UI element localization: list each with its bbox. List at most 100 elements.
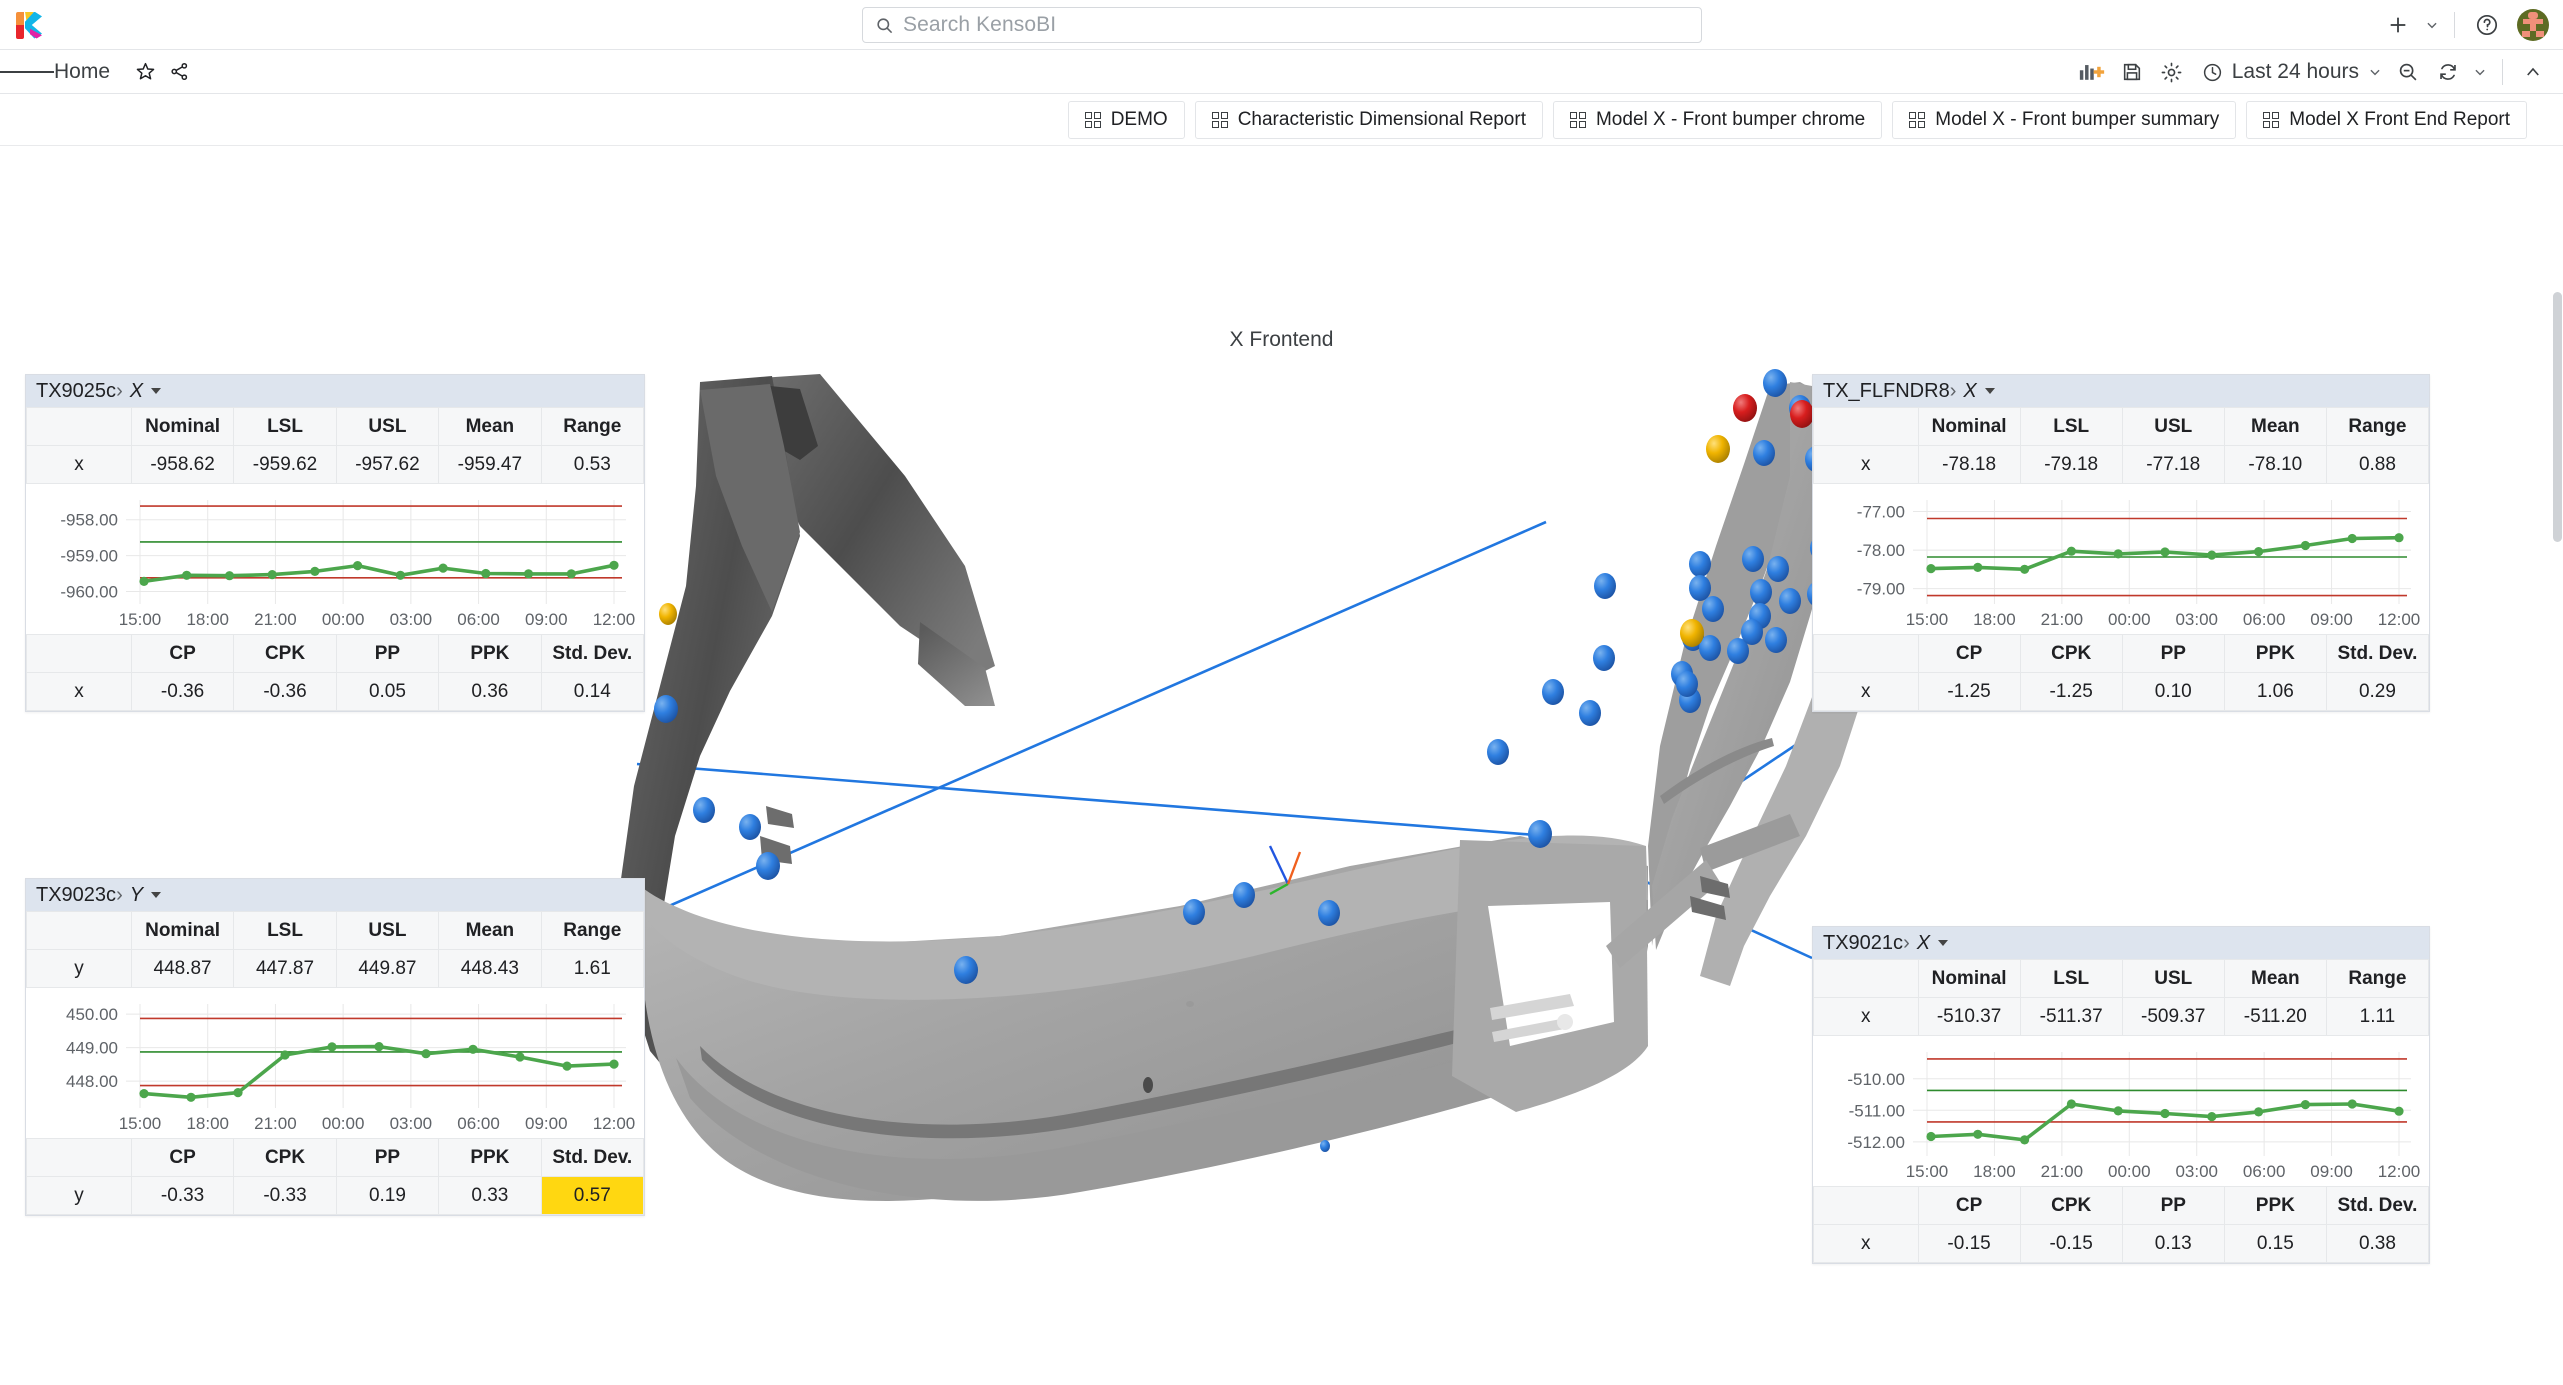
control-chart[interactable]: -958.00 -959.00 -960.0015:00 18:00 21:00 00:0… <box>26 484 644 634</box>
capability-col-header <box>26 1138 132 1177</box>
chart-area[interactable]: -510.00 -511.00 -512.00 15:00 18:00 21:00 00:0… <box>1813 1036 2429 1186</box>
summary-col-header: USL <box>335 911 440 950</box>
tab-model-x-front-end-report[interactable]: Model X Front End Report <box>2246 100 2527 139</box>
summary-cell: 448.43 <box>438 949 542 988</box>
svg-text:15:00: 15:00 <box>119 610 162 629</box>
scrollbar-thumb[interactable] <box>2553 292 2562 542</box>
summary-col-header: Range <box>2325 407 2430 446</box>
time-range-picker[interactable]: Last 24 hours <box>2192 60 2388 84</box>
summary-cell: -511.20 <box>2223 997 2327 1036</box>
help-button[interactable] <box>2465 3 2509 47</box>
chart-area[interactable]: -958.00 -959.00 -960.00 15:00 18:00 21:00 00:0… <box>26 484 644 634</box>
plus-icon <box>2390 17 2406 33</box>
chevron-down-icon <box>2370 69 2380 76</box>
summary-cell: 1.61 <box>540 949 645 988</box>
dashboard-settings-button[interactable] <box>2152 52 2192 92</box>
tab-model-x-front-bumper-chrome[interactable]: Model X - Front bumper chrome <box>1552 100 1883 139</box>
capability-col-header: PPK <box>2223 1186 2327 1225</box>
zoom-out-icon <box>2399 63 2417 81</box>
avatar[interactable] <box>2517 9 2549 41</box>
breadcrumb-home[interactable]: Home <box>54 60 110 84</box>
save-dashboard-button[interactable] <box>2112 52 2152 92</box>
tab-characteristic-dimensional-report[interactable]: Characteristic Dimensional Report <box>1194 100 1543 139</box>
characteristic-card-TX9021c[interactable]: TX9021c › X Nominal LSL USL Mean Range x -510… <box>1812 926 2430 1264</box>
table-header-row: CP CPK PP PPK Std. Dev. <box>1813 1186 2430 1225</box>
model-fog-hole <box>1557 1014 1573 1030</box>
summary-table: Nominal LSL USL Mean Range x -78.18 -79.18 -77.… <box>1813 407 2430 484</box>
svg-text:-79.00: -79.00 <box>1857 580 1905 599</box>
divider <box>2454 12 2455 38</box>
capability-table: CP CPK PP PPK Std. Dev. x -0.15 -0.15 0.13 0.15 0… <box>1813 1186 2430 1263</box>
card-header[interactable]: TX_FLFNDR8 › X <box>1813 375 2429 407</box>
summary-col-header: Nominal <box>1917 959 2021 998</box>
model-sensor-hole <box>1143 1077 1153 1093</box>
row-label: x <box>1813 672 1919 711</box>
capability-cell: 0.33 <box>438 1176 542 1215</box>
time-range-label: Last 24 hours <box>2231 60 2359 83</box>
dashboard-nav-bar: Home Last 24 hours <box>0 50 2563 94</box>
summary-col-header <box>26 911 132 950</box>
hamburger-menu-icon[interactable] <box>0 68 54 76</box>
summary-col-header: LSL <box>233 407 337 446</box>
svg-text:-960.00: -960.00 <box>60 582 118 601</box>
page-scrollbar[interactable] <box>2552 292 2563 1385</box>
card-title: TX9023c <box>36 883 117 906</box>
star-icon[interactable] <box>128 55 162 89</box>
capability-col-header: PPK <box>2223 634 2327 673</box>
capability-col-header: Std. Dev. <box>540 634 645 673</box>
card-header[interactable]: TX9021c › X <box>1813 927 2429 959</box>
card-header[interactable]: TX9025c › X <box>26 375 644 407</box>
control-chart[interactable]: -77.00 -78.00 -79.0015:00 18:00 21:00 00:00 03… <box>1813 484 2429 634</box>
add-panel-button[interactable] <box>2072 52 2112 92</box>
add-menu-chevron[interactable] <box>2420 3 2444 47</box>
svg-text:-959.00: -959.00 <box>60 547 118 566</box>
zoom-out-button[interactable] <box>2388 52 2428 92</box>
svg-text:03:00: 03:00 <box>2175 610 2218 629</box>
svg-text:03:00: 03:00 <box>2175 1162 2218 1181</box>
characteristic-card-TX9025c[interactable]: TX9025c › X Nominal LSL USL Mean Range x -958… <box>25 374 645 712</box>
card-axis: Y <box>129 883 144 906</box>
share-icon[interactable] <box>162 55 196 89</box>
kenso-logo[interactable] <box>0 10 58 40</box>
svg-text:09:00: 09:00 <box>525 1114 568 1133</box>
grid-icon <box>1909 111 1926 128</box>
svg-text:06:00: 06:00 <box>2243 1162 2286 1181</box>
capability-col-header <box>1813 1186 1919 1225</box>
search-input[interactable]: Search KensoBI <box>862 7 1702 43</box>
chart-area[interactable]: -77.00 -78.00 -79.00 15:00 18:00 21:00 00:00 03… <box>1813 484 2429 634</box>
divider <box>2502 59 2503 85</box>
capability-table: CP CPK PP PPK Std. Dev. x -0.36 -0.36 0.05 0.36 0… <box>26 634 645 711</box>
card-header[interactable]: TX9023c › Y <box>26 879 644 911</box>
summary-cell: -958.62 <box>130 445 235 484</box>
tab-label: DEMO <box>1110 108 1168 130</box>
chevron-down-icon[interactable] <box>151 388 162 394</box>
table-row: x -958.62 -959.62 -957.62 -959.47 0.53 <box>26 445 645 484</box>
chevron-down-icon[interactable] <box>1984 388 1995 394</box>
capability-col-header: PP <box>335 634 440 673</box>
capability-cell: -0.15 <box>1917 1224 2021 1263</box>
svg-text:18:00: 18:00 <box>1973 1162 2016 1181</box>
capability-table: CP CPK PP PPK Std. Dev. x -1.25 -1.25 0.10 1.06 0… <box>1813 634 2430 711</box>
row-label: x <box>1813 997 1919 1036</box>
chevron-down-icon[interactable] <box>1938 940 1949 946</box>
chevron-down-icon[interactable] <box>151 892 162 898</box>
summary-cell: -957.62 <box>335 445 440 484</box>
summary-cell: 1.11 <box>2325 997 2430 1036</box>
characteristic-card-TX9023c[interactable]: TX9023c › Y Nominal LSL USL Mean Range y 448.… <box>25 878 645 1216</box>
control-chart[interactable]: 450.00 449.00 448.00 15:00 18:00 21:00 00:00 03… <box>26 988 644 1138</box>
tab-model-x-front-bumper-summary[interactable]: Model X - Front bumper summary <box>1892 100 2237 139</box>
capability-cell: 1.06 <box>2223 672 2327 711</box>
chart-area[interactable]: 450.00 449.00 448.00 15:00 18:00 21:00 00:00 03… <box>26 988 644 1138</box>
card-axis: X <box>129 379 144 402</box>
refresh-button[interactable] <box>2428 52 2468 92</box>
capability-cell: 0.05 <box>335 672 440 711</box>
control-chart[interactable]: -510.00 -511.00 -512.0015:00 18:00 21:00 00:0… <box>1813 1036 2429 1186</box>
capability-col-header: CPK <box>233 634 337 673</box>
add-button[interactable] <box>2376 3 2420 47</box>
svg-text:448.00: 448.00 <box>66 1072 118 1091</box>
summary-col-header <box>1813 407 1919 446</box>
characteristic-card-TX_FLFNDR8[interactable]: TX_FLFNDR8 › X Nominal LSL USL Mean Range x-… <box>1812 374 2430 712</box>
refresh-interval-chevron[interactable] <box>2468 50 2492 94</box>
tab-demo[interactable]: DEMO <box>1067 100 1185 139</box>
collapse-toolbar-button[interactable] <box>2513 52 2553 92</box>
